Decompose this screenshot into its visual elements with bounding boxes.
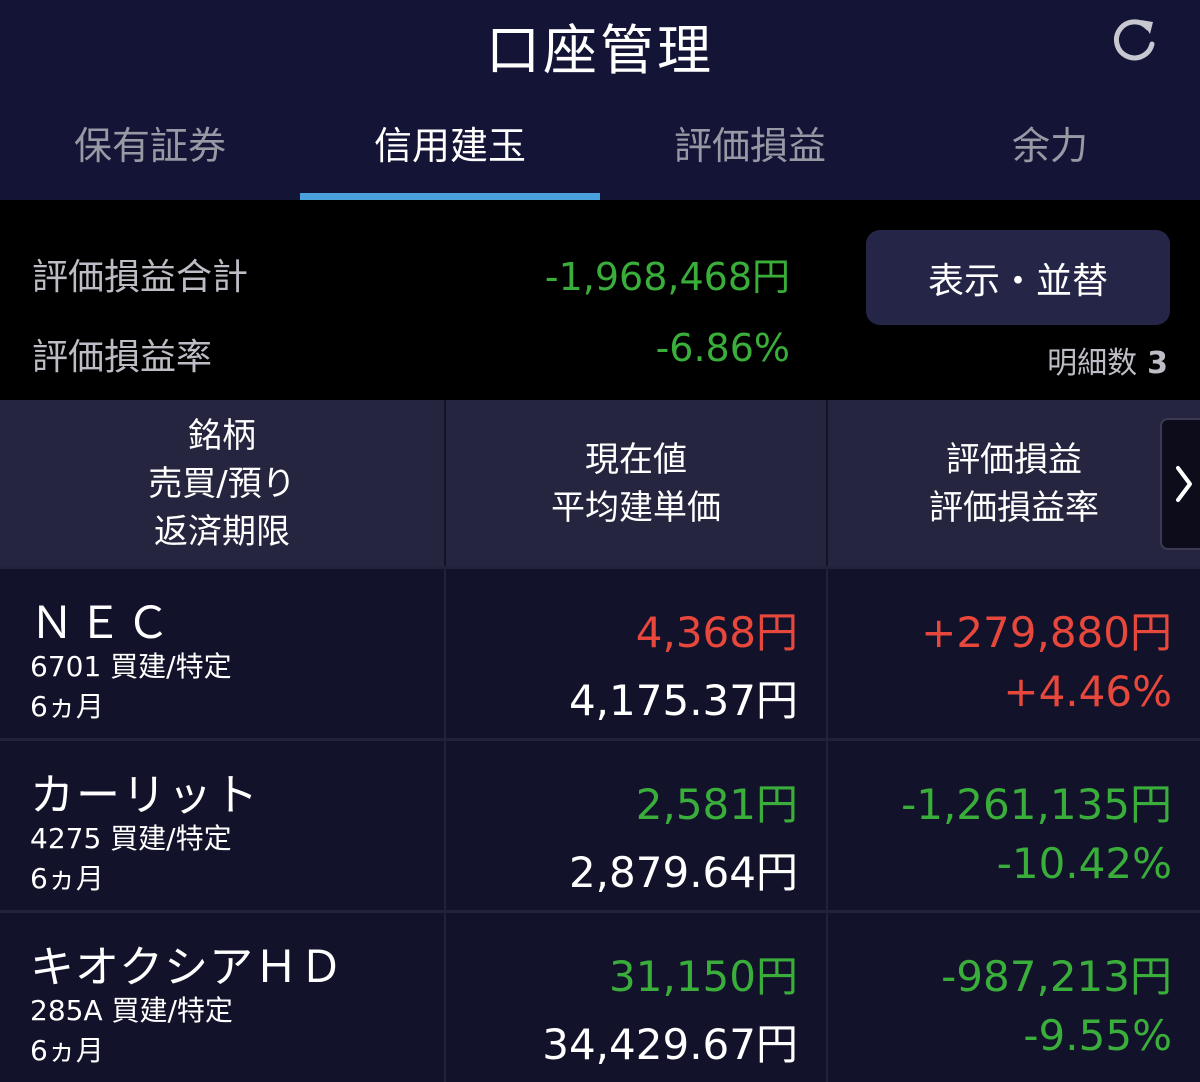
total-pl-label: 評価損益合計 xyxy=(32,257,249,298)
profit-loss-rate: -10.42% xyxy=(996,839,1172,888)
tab-bar: 保有証券 信用建玉 評価損益 余力 xyxy=(0,92,1200,200)
tab-label: 保有証券 xyxy=(73,123,226,168)
column-header-pl[interactable]: 評価損益 評価損益率 xyxy=(828,400,1200,568)
issue-code-type: 285A 買建/特定 xyxy=(30,994,233,1027)
detail-count-label: 明細数 xyxy=(1047,346,1138,381)
issue-name: ＮＥＣ xyxy=(30,598,174,649)
table-row[interactable]: キオクシアＨＤ 285A 買建/特定 6ヵ月 31,150円 34,429.67… xyxy=(0,910,1200,1082)
average-price: 34,429.67円 xyxy=(542,1020,798,1069)
current-price: 4,368円 xyxy=(635,608,798,657)
tab-margin-positions[interactable]: 信用建玉 xyxy=(300,92,600,200)
tab-holdings[interactable]: 保有証券 xyxy=(0,92,300,200)
column-header-issue[interactable]: 銘柄 売買/預り 返済期限 xyxy=(0,400,444,568)
tab-indicator xyxy=(300,193,600,200)
pl-rate-value: -6.86% xyxy=(655,326,790,370)
refresh-icon[interactable] xyxy=(1108,14,1160,66)
profit-loss: -987,213円 xyxy=(941,952,1172,1001)
total-pl-value: -1,968,468円 xyxy=(544,255,790,299)
column-divider xyxy=(826,741,828,911)
column-header-line: 売買/預り xyxy=(148,464,296,504)
profit-loss-rate: -9.55% xyxy=(1023,1011,1172,1060)
tab-profit-loss[interactable]: 評価損益 xyxy=(600,92,900,200)
profit-loss-rate: +4.46% xyxy=(1003,667,1172,716)
column-header-line: 銘柄 xyxy=(188,416,256,456)
column-divider xyxy=(826,569,828,739)
column-divider xyxy=(826,913,828,1082)
table-row[interactable]: カーリット 4275 買建/特定 6ヵ月 2,581円 2,879.64円 -1… xyxy=(0,738,1200,911)
tab-label: 余力 xyxy=(1011,123,1088,168)
column-header-line: 返済期限 xyxy=(154,512,290,552)
detail-count: 明細数 3 xyxy=(1047,338,1168,382)
tab-indicator xyxy=(0,193,300,200)
issue-name: カーリット xyxy=(30,770,260,821)
repayment-term: 6ヵ月 xyxy=(30,1034,104,1067)
column-divider xyxy=(444,741,446,911)
pl-rate-label: 評価損益率 xyxy=(32,337,213,378)
app-header: 口座管理 xyxy=(0,0,1200,92)
repayment-term: 6ヵ月 xyxy=(30,690,104,723)
column-header-line: 現在値 xyxy=(585,440,687,480)
detail-count-value: 3 xyxy=(1147,346,1168,381)
issue-code-type: 6701 買建/特定 xyxy=(30,650,232,683)
column-header-line: 評価損益率 xyxy=(929,488,1099,528)
scroll-columns-button[interactable] xyxy=(1160,418,1200,550)
average-price: 4,175.37円 xyxy=(568,676,798,725)
tab-indicator xyxy=(900,193,1200,200)
summary-panel: 評価損益合計 -1,968,468円 評価損益率 -6.86% 表示・並替 明細… xyxy=(0,200,1200,400)
current-price: 2,581円 xyxy=(635,780,798,829)
issue-code-type: 4275 買建/特定 xyxy=(30,822,232,855)
average-price: 2,879.64円 xyxy=(568,848,798,897)
tab-label: 信用建玉 xyxy=(373,123,526,168)
current-price: 31,150円 xyxy=(609,952,798,1001)
display-sort-button[interactable]: 表示・並替 xyxy=(866,230,1170,325)
page-title: 口座管理 xyxy=(486,19,714,82)
column-header-line: 平均建単価 xyxy=(551,488,721,528)
column-divider xyxy=(444,569,446,739)
tab-label: 評価損益 xyxy=(673,123,826,168)
column-header-price[interactable]: 現在値 平均建単価 xyxy=(446,400,826,568)
profit-loss: -1,261,135円 xyxy=(901,780,1172,829)
tab-buying-power[interactable]: 余力 xyxy=(900,92,1200,200)
repayment-term: 6ヵ月 xyxy=(30,862,104,895)
tab-indicator xyxy=(600,193,900,200)
profit-loss: +279,880円 xyxy=(921,608,1172,657)
column-divider xyxy=(444,913,446,1082)
column-header-line: 評価損益 xyxy=(946,440,1082,480)
issue-name: キオクシアＨＤ xyxy=(30,942,345,993)
table-row[interactable]: ＮＥＣ 6701 買建/特定 6ヵ月 4,368円 4,175.37円 +279… xyxy=(0,566,1200,739)
chevron-right-icon xyxy=(1176,466,1192,502)
table-header: 銘柄 売買/預り 返済期限 現在値 平均建単価 評価損益 評価損益率 xyxy=(0,400,1200,568)
